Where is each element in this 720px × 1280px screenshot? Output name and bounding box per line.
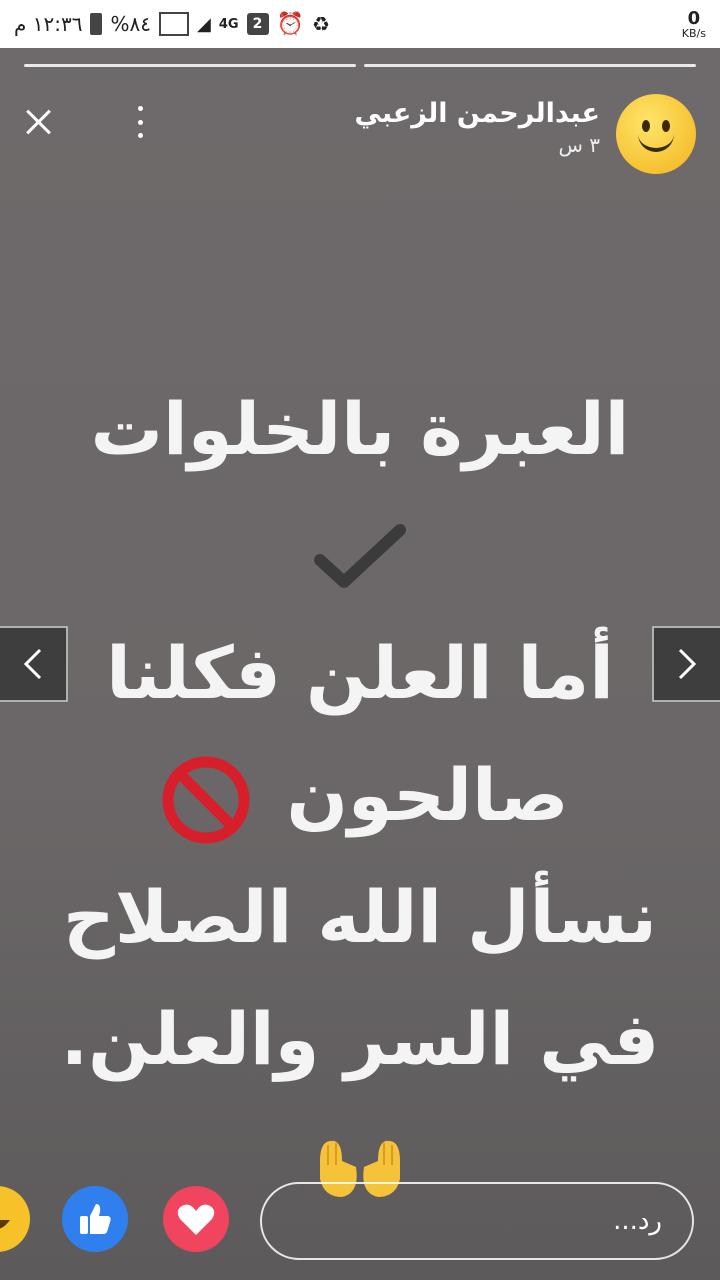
dot <box>137 106 143 111</box>
signal-icon <box>158 12 189 36</box>
love-reaction-button[interactable] <box>163 1186 229 1252</box>
no-entry-icon <box>162 756 250 844</box>
reply-input[interactable]: رد... <box>260 1182 694 1260</box>
status-left-group: ١٢:٣٦ م %٨٤ ◢ 4G 2 ⏰ ♻ <box>14 12 330 37</box>
story-time: ٣ س <box>558 133 600 157</box>
status-bar: ١٢:٣٦ م %٨٤ ◢ 4G 2 ⏰ ♻ 0 KB/s <box>0 0 720 48</box>
close-button[interactable] <box>18 102 58 142</box>
net-speed: 0 KB/s <box>681 7 706 40</box>
net-speed-value: 0 <box>687 7 701 29</box>
checkmark-icon <box>314 524 406 589</box>
like-icon <box>80 1204 111 1234</box>
story-line-5-text: في السر والعلن. <box>60 997 660 1081</box>
story-viewer[interactable]: عبدالرحمن الزعبي ٣ س العبرة بالخلوات أما… <box>0 48 720 1280</box>
avatar-eye <box>662 120 670 132</box>
net-speed-unit: KB/s <box>681 26 706 40</box>
dot <box>137 133 143 138</box>
story-progress <box>24 64 696 67</box>
avatar-eye <box>642 120 650 132</box>
story-line-3-text: صالحون <box>286 753 569 837</box>
story-line-2-text: أما العلن فكلنا <box>106 631 614 715</box>
author-info[interactable]: عبدالرحمن الزعبي ٣ س <box>355 98 600 157</box>
status-time: ١٢:٣٦ م <box>14 12 83 36</box>
reply-placeholder: رد... <box>613 1206 662 1236</box>
more-options-button[interactable] <box>130 106 150 138</box>
battery-level: %٨٤ <box>110 12 151 36</box>
alarm-icon: ⏰ <box>276 11 304 37</box>
story-line-4-text: نسأل الله الصلاح <box>63 875 657 959</box>
dot <box>137 119 143 125</box>
signal-2-icon: ◢ <box>196 13 211 35</box>
avatar-mouth <box>638 134 674 152</box>
sim-icon: 2 <box>246 13 269 35</box>
progress-segment <box>364 64 696 67</box>
network-type: 4G <box>218 16 239 32</box>
avatar[interactable] <box>616 94 696 174</box>
love-icon <box>177 1204 215 1235</box>
story-line-4: نسأل الله الصلاح <box>30 856 690 978</box>
story-header: عبدالرحمن الزعبي ٣ س <box>0 90 720 180</box>
haha-reaction-button[interactable] <box>0 1186 30 1252</box>
progress-segment <box>24 64 356 67</box>
battery-icon <box>90 13 103 35</box>
story-footer: رد... <box>0 1178 720 1268</box>
author-name[interactable]: عبدالرحمن الزعبي <box>355 98 600 129</box>
story-text: العبرة بالخلوات أما العلن فكلنا صالحون ن… <box>30 368 690 1222</box>
recycle-icon: ♻ <box>311 12 330 36</box>
story-line-2: أما العلن فكلنا <box>30 612 690 734</box>
like-reaction-button[interactable] <box>62 1186 128 1252</box>
story-line-3: صالحون <box>30 734 690 856</box>
story-line-1-text: العبرة بالخلوات <box>90 387 630 471</box>
haha-icon <box>0 1220 10 1229</box>
story-line-1: العبرة بالخلوات <box>30 368 690 612</box>
